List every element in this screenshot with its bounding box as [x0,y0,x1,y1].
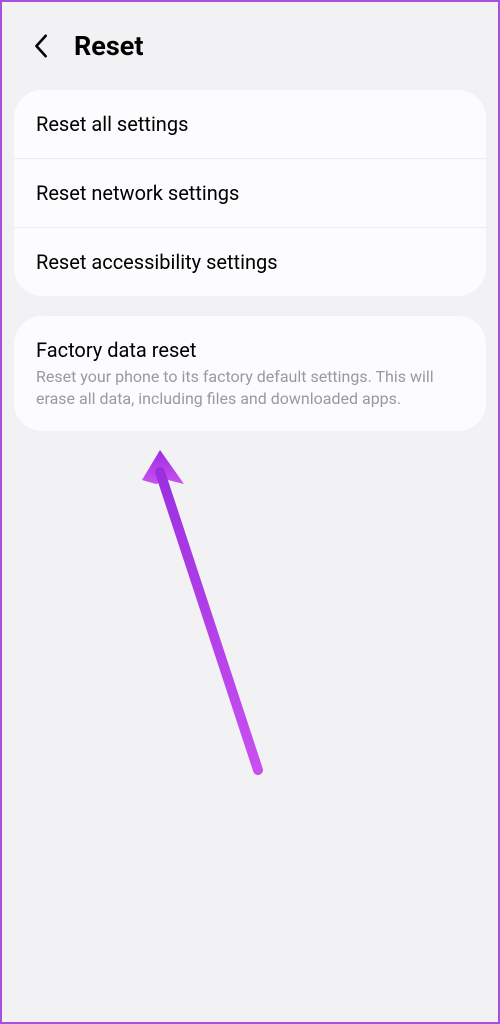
reset-accessibility-settings[interactable]: Reset accessibility settings [14,228,486,296]
back-icon[interactable] [30,34,54,58]
reset-network-settings[interactable]: Reset network settings [14,159,486,228]
header: Reset [2,2,498,90]
reset-all-settings[interactable]: Reset all settings [14,90,486,159]
list-item-description: Reset your phone to its factory default … [36,366,464,409]
settings-group-1: Reset all settings Reset network setting… [14,90,486,296]
factory-data-reset[interactable]: Factory data reset Reset your phone to i… [14,316,486,431]
annotation-arrow-icon [138,450,278,790]
list-item-label: Reset all settings [36,112,464,136]
list-item-label: Factory data reset [36,338,464,362]
page-title: Reset [74,30,143,62]
list-item-label: Reset network settings [36,181,464,205]
settings-group-2: Factory data reset Reset your phone to i… [14,316,486,431]
list-item-label: Reset accessibility settings [36,250,464,274]
